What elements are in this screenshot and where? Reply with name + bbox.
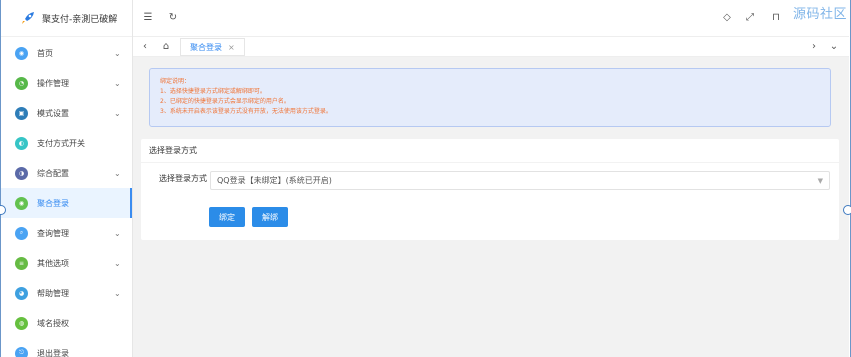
sidebar-item-label: 聚合登录 [37, 198, 69, 208]
resize-handle-right[interactable] [843, 205, 851, 215]
chevron-down-icon: ▼ [817, 177, 823, 185]
sidebar-item-label: 帮助管理 [37, 288, 69, 298]
menu-item-icon: ≡ [15, 256, 28, 270]
menu-item-icon: ◐ [15, 136, 28, 150]
notice-line: 2、已绑定的快捷登录方式会显示绑定的用户名。 [160, 98, 290, 105]
chevron-down-icon: ⌄ [114, 78, 121, 88]
chevron-down-icon: ⌄ [114, 228, 121, 238]
fullscreen-icon[interactable]: ⤢ [743, 11, 757, 25]
menu-item-icon: ◉ [15, 46, 28, 60]
chevron-down-icon: ⌄ [114, 168, 121, 178]
binding-notice: 绑定说明： 1、选择快捷登录方式绑定或解绑即可。 2、已绑定的快捷登录方式会显示… [149, 68, 831, 127]
menu-item-icon: ◍ [15, 316, 28, 330]
sidebar-item[interactable]: ◉ 首页 ⌄ [1, 38, 132, 68]
login-method-select[interactable]: QQ登录【未绑定】(系统已开启) ▼ [210, 171, 830, 190]
notice-heading: 绑定说明： [160, 78, 191, 85]
menu-item-icon: ◔ [15, 76, 28, 90]
app-title: 聚支付-亲測已破解 [42, 14, 118, 25]
sidebar-item[interactable]: ◉ 聚合登录 [1, 188, 132, 218]
sidebar-item-label: 域名授权 [37, 318, 69, 328]
tab-next-icon[interactable]: › [807, 40, 821, 54]
menu-item-icon: ⌕ [15, 226, 28, 240]
select-value: QQ登录【未绑定】(系统已开启) [217, 176, 332, 185]
sidebar-item[interactable]: ⎋ 退出登录 [1, 338, 132, 357]
sidebar-item-label: 模式设置 [37, 108, 69, 118]
sidebar-item-label: 查询管理 [37, 228, 69, 238]
sidebar-item-label: 其他选项 [37, 258, 69, 268]
sidebar-item[interactable]: ◕ 帮助管理 ⌄ [1, 278, 132, 308]
home-icon[interactable]: ⌂ [159, 40, 173, 54]
chevron-down-icon: ⌄ [114, 48, 121, 58]
tab-bar: ‹ ⌂ 聚合登录 × › ⌄ [133, 37, 849, 57]
bind-button[interactable]: 绑定 [209, 207, 245, 227]
chevron-down-icon: ⌄ [114, 108, 121, 118]
watermark: 源码社区 [792, 7, 847, 22]
top-bar: ☰ ↻ ◇ ⤢ ⊓ 源码社区 [133, 0, 849, 37]
chevron-down-icon: ⌄ [114, 258, 121, 268]
login-method-label: 选择登录方式 [159, 174, 207, 183]
brand[interactable]: 聚支付-亲測已破解 [1, 0, 132, 37]
sidebar-item[interactable]: ▣ 模式设置 ⌄ [1, 98, 132, 128]
sidebar-item-label: 退出登录 [37, 348, 69, 357]
notice-line: 3、系统未开启表示该登录方式没有开放，无法使用该方式登录。 [160, 108, 332, 115]
login-method-card: 选择登录方式 选择登录方式 QQ登录【未绑定】(系统已开启) ▼ 绑定 解绑 [141, 139, 839, 240]
sidebar-item[interactable]: ◍ 域名授权 [1, 308, 132, 338]
sidebar-item[interactable]: ⌕ 查询管理 ⌄ [1, 218, 132, 248]
sidebar-item[interactable]: ◑ 综合配置 ⌄ [1, 158, 132, 188]
sidebar-item[interactable]: ≡ 其他选项 ⌄ [1, 248, 132, 278]
menu-item-icon: ◑ [15, 166, 28, 180]
sidebar-item[interactable]: ◔ 操作管理 ⌄ [1, 68, 132, 98]
sidebar-item-label: 支付方式开关 [37, 138, 85, 148]
chevron-down-icon[interactable]: ⌄ [827, 40, 841, 54]
theme-icon[interactable]: ◇ [720, 11, 734, 25]
lock-icon[interactable]: ⊓ [769, 11, 783, 25]
menu-item-icon: ◕ [15, 286, 28, 300]
notice-line: 1、选择快捷登录方式绑定或解绑即可。 [160, 88, 266, 95]
menu-item-icon: ⎋ [15, 346, 28, 357]
collapse-menu-icon[interactable]: ☰ [141, 11, 155, 25]
main-content: 绑定说明： 1、选择快捷登录方式绑定或解绑即可。 2、已绑定的快捷登录方式会显示… [133, 57, 849, 357]
sidebar-item[interactable]: ◐ 支付方式开关 [1, 128, 132, 158]
sidebar-item-label: 综合配置 [37, 168, 69, 178]
card-title: 选择登录方式 [141, 139, 839, 163]
rocket-logo-icon [21, 11, 35, 25]
chevron-down-icon: ⌄ [114, 288, 121, 298]
close-icon[interactable]: × [228, 43, 235, 52]
menu-item-icon: ▣ [15, 106, 28, 120]
tab-prev-icon[interactable]: ‹ [138, 40, 152, 54]
sidebar-item-label: 操作管理 [37, 78, 69, 88]
sidebar: 聚支付-亲測已破解 ◉ 首页 ⌄ ◔ 操作管理 ⌄ ▣ 模式设置 ⌄ ◐ 支付方式开关 ◑ 综合配置 ⌄ ◉… [1, 0, 133, 357]
menu-item-icon: ◉ [15, 196, 28, 210]
sidebar-item-label: 首页 [37, 48, 53, 58]
tab-label: 聚合登录 [190, 42, 222, 52]
unbind-button[interactable]: 解绑 [252, 207, 288, 227]
refresh-icon[interactable]: ↻ [166, 11, 180, 25]
tab-aggregate-login[interactable]: 聚合登录 × [180, 38, 245, 56]
